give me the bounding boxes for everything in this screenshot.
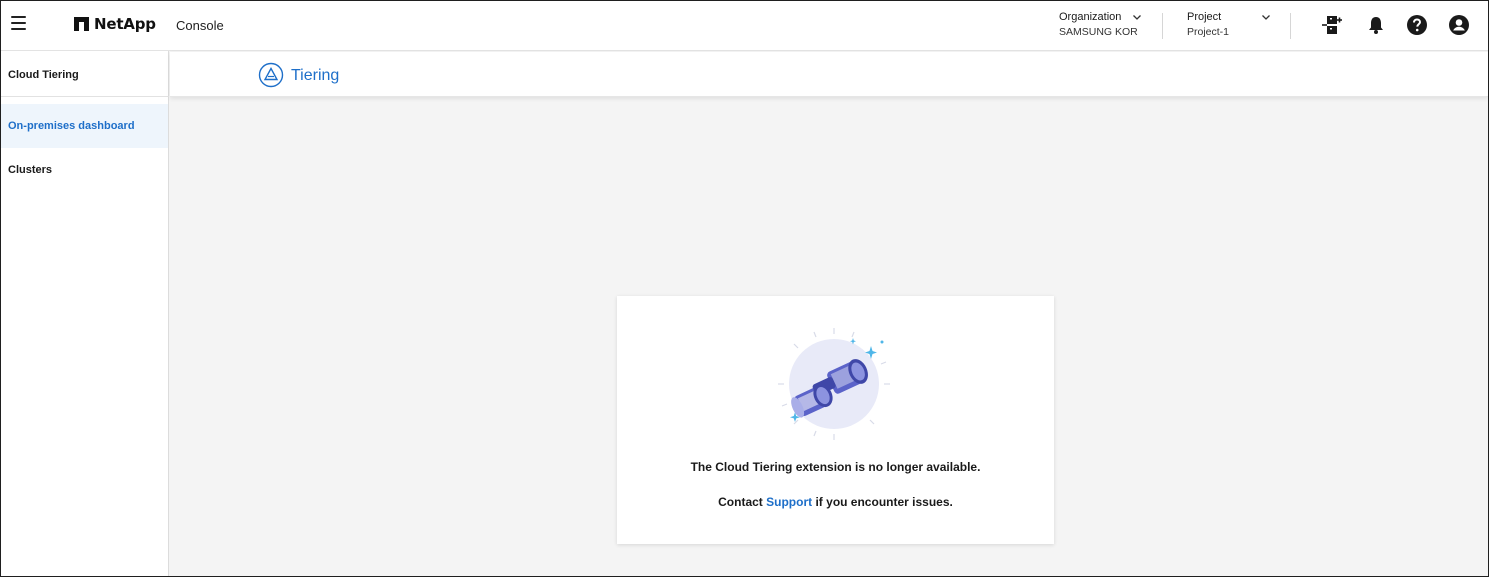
support-link[interactable]: Support [766,495,812,509]
unavailable-card: The Cloud Tiering extension is no longer… [617,296,1054,544]
project-value: Project-1 [1187,26,1230,38]
project-title: Project [1187,11,1222,23]
project-selector[interactable]: Project Project-1 [1187,10,1270,40]
divider [1290,13,1291,39]
top-bar: NetApp Console Organization SAMSUNG KOR … [1,1,1488,51]
contact-message: Contact Support if you encounter issues. [617,495,1054,509]
sidebar-item-clusters[interactable]: Clusters [1,148,168,192]
unavailable-message: The Cloud Tiering extension is no longer… [690,460,981,474]
app-window: NetApp Console Organization SAMSUNG KOR … [0,0,1489,577]
contact-suffix: if you encounter issues. [812,495,953,509]
help-icon[interactable] [1406,14,1428,36]
binoculars-illustration [778,328,890,440]
bell-icon[interactable] [1365,14,1387,36]
organization-value: SAMSUNG KOR [1059,26,1138,38]
console-label: Console [176,18,224,33]
menu-icon[interactable] [11,16,26,30]
sidebar: Cloud Tiering On-premises dashboard Clus… [1,51,169,576]
page-header: Tiering [170,52,1488,97]
chevron-down-icon [1133,15,1141,20]
organization-selector[interactable]: Organization SAMSUNG KOR [1059,10,1141,40]
logo-text: NetApp [94,15,156,33]
sidebar-item-label: Clusters [8,164,53,176]
tiering-icon [258,62,284,88]
sidebar-title: Cloud Tiering [8,69,79,81]
sidebar-item-on-premises-dashboard[interactable]: On-premises dashboard [1,104,168,148]
divider [1162,13,1163,39]
page-title: Tiering [291,67,340,84]
netapp-logo[interactable]: NetApp [74,14,156,34]
connector-icon[interactable] [1321,14,1343,36]
organization-title: Organization [1059,11,1122,23]
account-icon[interactable] [1448,14,1470,36]
netapp-logo-icon [74,17,89,31]
contact-prefix: Contact [718,495,767,509]
sidebar-item-label: On-premises dashboard [8,120,135,132]
chevron-down-icon [1262,15,1270,20]
divider [1,96,169,97]
